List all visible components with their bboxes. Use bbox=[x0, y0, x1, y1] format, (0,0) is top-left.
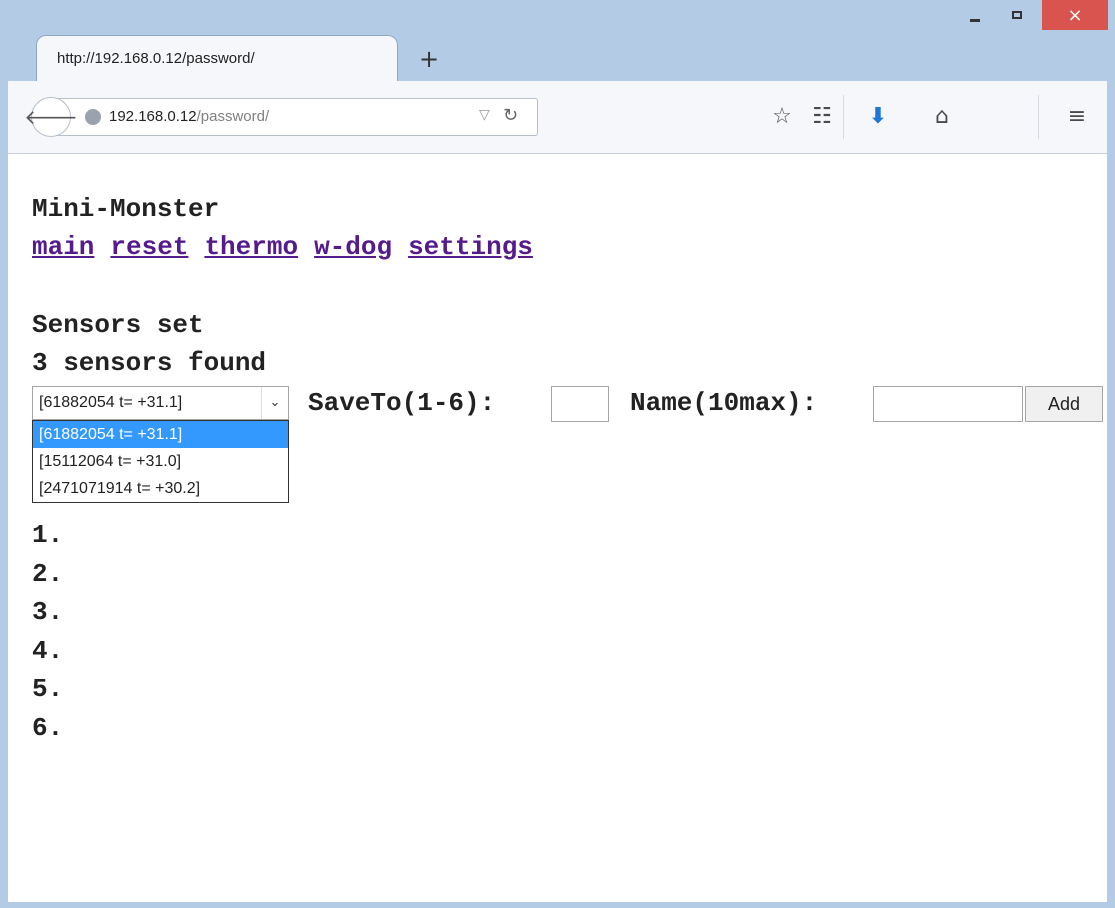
navigation-toolbar: 🡐 192.168.0.12/password/ ▽ ↻ ☆ ☷ ⬇ ⌂ ≡ bbox=[8, 81, 1107, 154]
window-border-bottom bbox=[0, 902, 1115, 908]
page-content: Mini-Monster main reset thermo w-dog setting… bbox=[32, 190, 1092, 382]
maximize-icon bbox=[1012, 11, 1022, 19]
toolbar-divider bbox=[1038, 95, 1039, 139]
url-host: 192.168.0.12 bbox=[109, 108, 197, 125]
maximize-button[interactable] bbox=[997, 0, 1037, 30]
sensor-slot: 5. bbox=[32, 674, 64, 704]
nav-link-main[interactable]: main bbox=[32, 232, 94, 262]
add-button[interactable]: Add bbox=[1025, 386, 1103, 422]
save-to-label: SaveTo(1-6): bbox=[308, 388, 496, 418]
section-heading: Sensors set bbox=[32, 310, 204, 340]
url-path: /password/ bbox=[196, 108, 270, 125]
add-sensor-form: [61882054 t= +31.1] ⌄ SaveTo(1-6): Name(… bbox=[32, 386, 1103, 424]
browser-tab[interactable]: http://192.168.0.12/password/ bbox=[36, 35, 398, 81]
url-text[interactable]: 192.168.0.12/password/ bbox=[109, 108, 269, 125]
sensor-slot: 1. bbox=[32, 520, 64, 550]
nav-links: main reset thermo w-dog settings bbox=[32, 228, 1092, 266]
sensor-slot: 4. bbox=[32, 635, 64, 666]
reload-icon[interactable]: ↻ bbox=[503, 105, 518, 126]
nav-link-reset[interactable]: reset bbox=[110, 232, 188, 262]
menu-icon[interactable]: ≡ bbox=[1063, 102, 1091, 130]
window-border-left bbox=[0, 90, 8, 908]
home-icon[interactable]: ⌂ bbox=[928, 102, 956, 130]
minimize-icon bbox=[970, 18, 980, 22]
page-title: Mini-Monster bbox=[32, 194, 220, 224]
name-label: Name(10max): bbox=[630, 388, 818, 418]
sensor-option[interactable]: [15112064 t= +31.0] bbox=[33, 448, 288, 475]
sensor-slot-list: 1. 2. 3. 4. 5. 6. bbox=[32, 516, 63, 747]
save-to-input[interactable] bbox=[551, 386, 609, 422]
tab-title: http://192.168.0.12/password/ bbox=[57, 50, 255, 67]
close-icon: × bbox=[1067, 4, 1083, 26]
sensor-dropdown-list: [61882054 t= +31.1] [15112064 t= +31.0] … bbox=[32, 420, 289, 503]
sensor-slot: 6. bbox=[32, 712, 64, 743]
close-button[interactable]: × bbox=[1042, 0, 1108, 30]
download-icon[interactable]: ⬇ bbox=[864, 102, 892, 130]
new-tab-button[interactable]: + bbox=[414, 44, 444, 74]
url-bar[interactable]: 🡐 192.168.0.12/password/ ▽ ↻ bbox=[24, 97, 538, 137]
name-input[interactable] bbox=[873, 386, 1023, 422]
minimize-button[interactable] bbox=[955, 0, 995, 30]
toolbar-divider bbox=[843, 95, 844, 139]
back-arrow-icon: 🡐 bbox=[24, 105, 78, 129]
reading-list-icon[interactable]: ☷ bbox=[808, 102, 836, 130]
nav-link-w-dog[interactable]: w-dog bbox=[314, 232, 392, 262]
sensor-select-value: [61882054 t= +31.1] bbox=[39, 394, 183, 411]
globe-icon[interactable] bbox=[85, 109, 101, 125]
nav-link-settings[interactable]: settings bbox=[408, 232, 533, 262]
sensor-select[interactable]: [61882054 t= +31.1] ⌄ bbox=[32, 386, 289, 420]
dropmarker-icon[interactable]: ▽ bbox=[479, 107, 490, 123]
star-icon[interactable]: ☆ bbox=[768, 102, 796, 130]
nav-link-thermo[interactable]: thermo bbox=[204, 232, 298, 262]
chevron-down-icon[interactable]: ⌄ bbox=[261, 387, 288, 419]
plus-icon: + bbox=[418, 45, 440, 73]
sensor-slot: 2. bbox=[32, 558, 64, 589]
sensor-option[interactable]: [2471071914 t= +30.2] bbox=[33, 475, 288, 502]
sensors-status: 3 sensors found bbox=[32, 348, 267, 378]
sensor-slot: 3. bbox=[32, 597, 64, 627]
window-border-right bbox=[1107, 90, 1115, 908]
back-button[interactable]: 🡐 bbox=[24, 97, 78, 137]
sensor-option[interactable]: [61882054 t= +31.1] bbox=[33, 421, 288, 448]
